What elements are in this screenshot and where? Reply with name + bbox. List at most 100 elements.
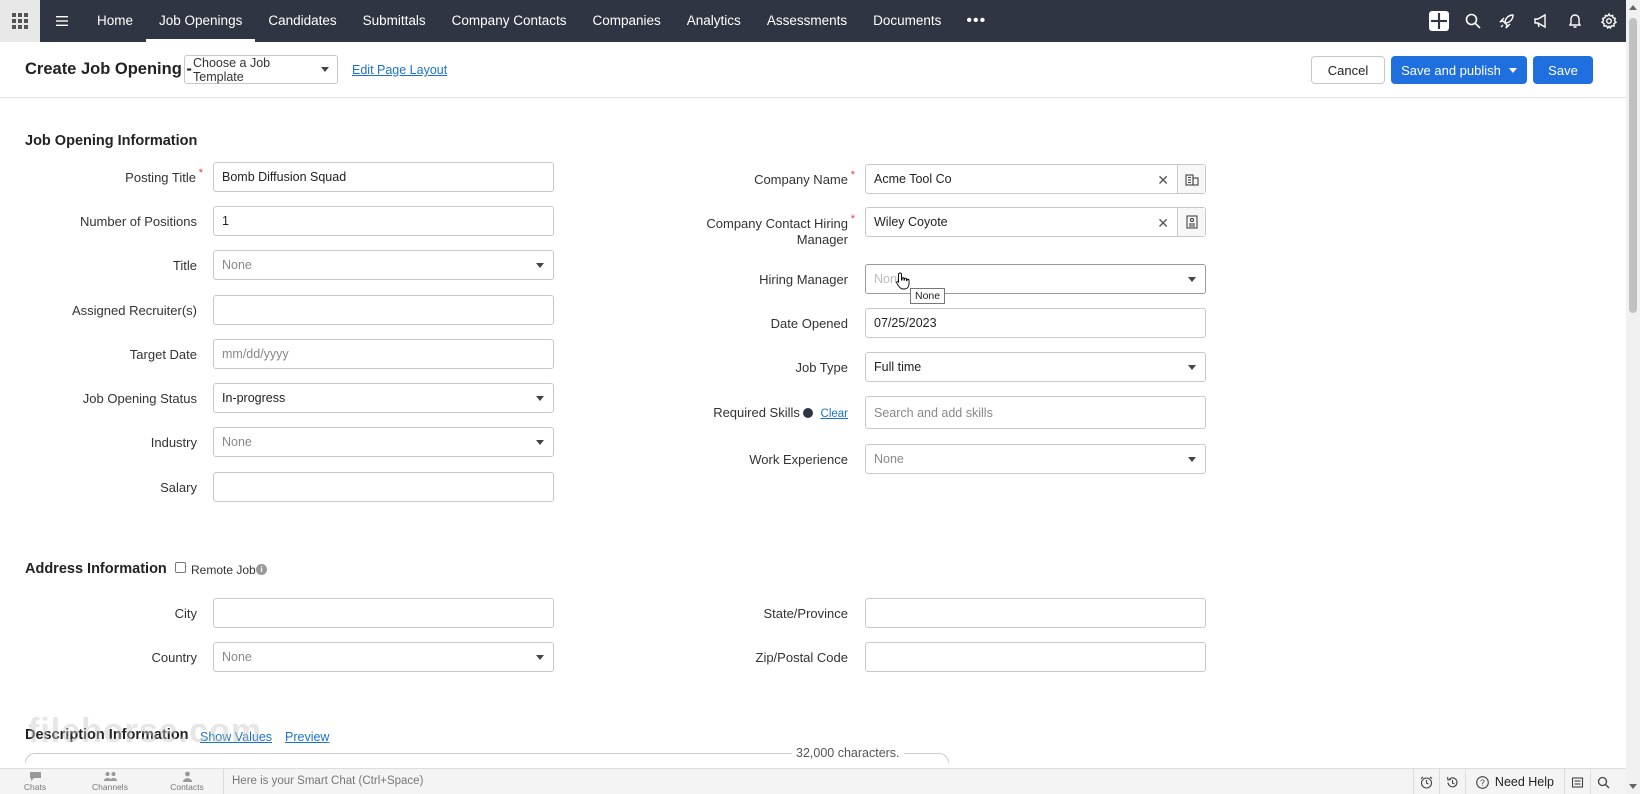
chevron-down-icon[interactable]	[1508, 67, 1517, 73]
svg-text:?: ?	[1480, 777, 1485, 787]
country-value: None	[222, 650, 252, 664]
need-help-button[interactable]: ? Need Help	[1464, 769, 1564, 794]
state-input[interactable]	[865, 598, 1206, 628]
hand-cursor-icon	[896, 272, 910, 293]
preview-link[interactable]: Preview	[285, 730, 329, 744]
remote-job-label: Remote Job	[191, 563, 256, 577]
state-label: State/Province	[763, 606, 848, 621]
chevron-down-icon	[1188, 365, 1196, 370]
job-type-select[interactable]: Full time	[865, 352, 1206, 382]
channels-button[interactable]: Channels	[80, 771, 140, 792]
chats-button[interactable]: Chats	[5, 771, 65, 792]
bottom-bar: Chats Channels Contacts Here is your Sma…	[0, 768, 1626, 794]
job-type-label: Job Type	[795, 360, 848, 375]
work-experience-select[interactable]: None	[865, 444, 1206, 474]
posting-title-input[interactable]: Bomb Diffusion Squad	[213, 162, 554, 192]
vertical-scrollbar[interactable]	[1626, 0, 1640, 794]
building-icon[interactable]	[1177, 165, 1205, 193]
search-icon[interactable]	[1456, 0, 1490, 42]
nav-assessments[interactable]: Assessments	[754, 0, 860, 42]
scrollbar-thumb[interactable]	[1629, 18, 1637, 313]
title-select-value: None	[222, 258, 252, 272]
hiring-manager-label: Hiring Manager	[759, 272, 848, 287]
target-date-input[interactable]: mm/dd/yyyy	[213, 339, 554, 369]
watermark: filehorse.com	[28, 712, 263, 750]
scroll-down-arrow-icon[interactable]	[1629, 784, 1637, 789]
contact-manager-input[interactable]: Wiley Coyote ✕	[865, 207, 1206, 237]
zip-input[interactable]	[865, 642, 1206, 672]
title-select[interactable]: None	[213, 250, 554, 280]
chevron-down-icon	[321, 67, 329, 72]
edit-page-layout-link[interactable]: Edit Page Layout	[352, 63, 447, 77]
required-skills-label: Required Skills	[713, 405, 800, 420]
assigned-recruiters-input[interactable]	[213, 295, 554, 325]
company-name-input[interactable]: Acme Tool Co ✕	[865, 164, 1206, 194]
remote-job-checkbox[interactable]	[175, 562, 186, 573]
cancel-button[interactable]: Cancel	[1311, 56, 1385, 84]
need-help-label: Need Help	[1494, 775, 1554, 789]
nav-companies[interactable]: Companies	[579, 0, 673, 42]
job-status-select[interactable]: In-progress	[213, 383, 554, 413]
chevron-down-icon	[1188, 457, 1196, 462]
job-type-value: Full time	[874, 360, 922, 374]
city-input[interactable]	[213, 598, 554, 628]
clear-icon[interactable]: ✕	[1157, 215, 1169, 232]
help-icon: ?	[1476, 775, 1489, 789]
smart-chat-input[interactable]: Here is your Smart Chat (Ctrl+Space)	[232, 775, 423, 787]
posting-title-label: Posting Title	[125, 165, 203, 186]
nav-documents[interactable]: Documents	[860, 0, 954, 42]
country-select[interactable]: None	[213, 642, 554, 672]
chevron-down-icon	[536, 263, 544, 268]
salary-input[interactable]	[213, 472, 554, 502]
bell-icon[interactable]	[1558, 0, 1592, 42]
contacts-button[interactable]: Contacts	[157, 771, 217, 792]
hamburger-menu-icon[interactable]	[40, 0, 84, 42]
contact-manager-label-line2: Manager	[796, 232, 848, 247]
industry-select[interactable]: None	[213, 427, 554, 457]
page-header: Create Job Opening - Choose a Job Templa…	[0, 42, 1626, 98]
notes-icon[interactable]	[1564, 769, 1590, 794]
date-opened-input[interactable]: 07/25/2023	[865, 308, 1206, 338]
info-icon[interactable]: i	[256, 564, 267, 575]
clear-icon[interactable]: ✕	[1157, 172, 1169, 189]
contact-card-icon[interactable]	[1177, 208, 1205, 236]
company-name-value: Acme Tool Co	[874, 172, 952, 186]
scroll-up-arrow-icon[interactable]	[1629, 5, 1637, 10]
save-button[interactable]: Save	[1533, 56, 1593, 84]
rocket-icon[interactable]	[1490, 0, 1524, 42]
num-positions-label: Number of Positions	[79, 214, 197, 229]
save-and-publish-button[interactable]: Save and publish	[1391, 56, 1527, 84]
section-title-job-opening: Job Opening Information	[25, 133, 198, 149]
required-skills-input[interactable]: Search and add skills	[865, 396, 1206, 429]
nav-home[interactable]: Home	[84, 0, 146, 42]
clear-skills-link[interactable]: Clear	[821, 408, 848, 420]
channels-label: Channels	[92, 782, 128, 792]
add-icon[interactable]	[1422, 0, 1456, 42]
nav-candidates[interactable]: Candidates	[255, 0, 349, 42]
job-template-select[interactable]: Choose a Job Template	[184, 55, 338, 84]
title-label: Title	[172, 258, 197, 273]
nav-submittals[interactable]: Submittals	[350, 0, 439, 42]
nav-analytics[interactable]: Analytics	[674, 0, 754, 42]
industry-value: None	[222, 435, 252, 449]
city-label: City	[174, 606, 197, 621]
required-skills-label-group: Required Skills Clear	[713, 405, 848, 422]
alarm-clock-icon[interactable]	[1412, 769, 1439, 794]
nav-job-openings[interactable]: Job Openings	[146, 0, 256, 42]
app-grid-icon[interactable]	[0, 0, 40, 42]
megaphone-icon[interactable]	[1524, 0, 1558, 42]
nav-more-icon[interactable]: •••	[954, 12, 998, 30]
search-icon[interactable]	[1590, 769, 1616, 794]
job-status-value: In-progress	[222, 391, 286, 405]
hiring-manager-tooltip: None	[910, 288, 946, 304]
chat-icon	[29, 772, 41, 781]
section-title-address: Address Information	[25, 561, 167, 577]
nav-company-contacts[interactable]: Company Contacts	[439, 0, 580, 42]
gear-icon[interactable]	[1592, 0, 1626, 42]
channels-icon	[103, 772, 117, 781]
zip-label: Zip/Postal Code	[755, 650, 849, 665]
num-positions-input[interactable]: 1	[213, 206, 554, 236]
country-label: Country	[151, 650, 197, 665]
history-icon[interactable]	[1438, 769, 1465, 794]
contact-manager-label-line1: Company Contact Hiring	[706, 216, 848, 231]
